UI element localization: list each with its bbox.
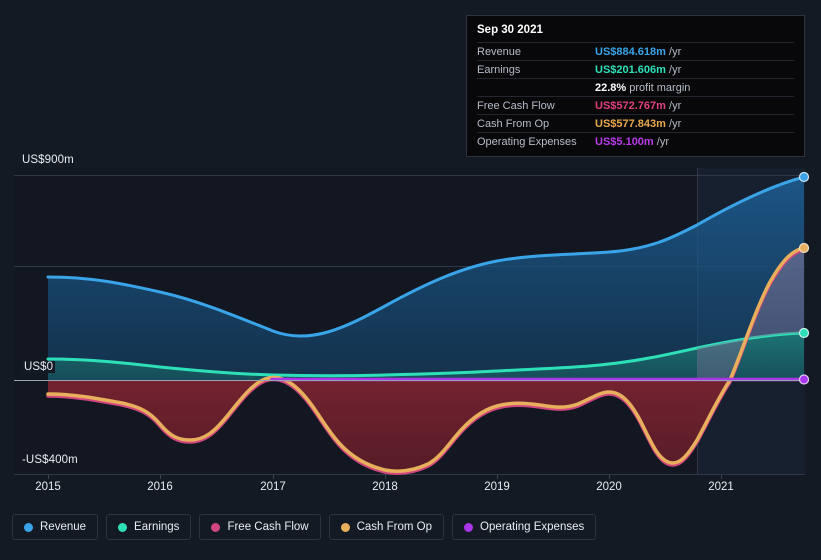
financial-chart: US$900m US$0 -US$400m 2015 2016 2017 201… — [0, 0, 821, 560]
tooltip-row-amount: US$884.618m — [595, 45, 666, 58]
tooltip-row-amount: US$5.100m — [595, 135, 654, 148]
tooltip-row-label: Operating Expenses — [477, 132, 595, 150]
endpoint-revenue — [798, 171, 810, 183]
x-axis-label-2016: 2016 — [147, 481, 173, 493]
tooltip-row-suffix: /yr — [653, 135, 669, 148]
legend-free-cash-flow[interactable]: Free Cash Flow — [199, 514, 321, 540]
tooltip-row: Revenue US$884.618m /yr — [477, 42, 794, 61]
chart-tooltip: Sep 30 2021 Revenue US$884.618m /yr Earnin… — [466, 15, 805, 157]
legend-revenue[interactable]: Revenue — [12, 514, 99, 540]
tooltip-row: Cash From Op US$577.843m /yr — [477, 114, 794, 133]
endpoint-earnings — [798, 327, 810, 339]
tooltip-row-value: US$5.100m /yr — [595, 132, 794, 150]
endpoint-cash-from-op — [798, 242, 810, 254]
tooltip-row-value: US$201.606m /yr — [595, 60, 794, 79]
tooltip-row-suffix: /yr — [665, 63, 682, 76]
tooltip-table: Revenue US$884.618m /yr Earnings US$201.606… — [477, 42, 794, 150]
legend-item-label: Operating Expenses — [480, 521, 585, 533]
tooltip-row-amount: US$577.843m — [595, 117, 666, 130]
tooltip-row-value: US$884.618m /yr — [595, 42, 794, 61]
tooltip-row-suffix: /yr — [665, 99, 682, 112]
legend-earnings[interactable]: Earnings — [106, 514, 192, 540]
tooltip-row-label — [477, 78, 595, 97]
tooltip-row-suffix: /yr — [665, 45, 682, 58]
x-axis-label-2021: 2021 — [708, 481, 734, 493]
legend-item-label: Revenue — [40, 521, 87, 533]
x-axis-label-2017: 2017 — [260, 481, 286, 493]
legend-color-dot-icon — [340, 522, 350, 532]
tooltip-row-amount: US$572.767m — [595, 99, 666, 112]
legend-color-dot-icon — [118, 522, 128, 532]
legend-color-dot-icon — [211, 522, 221, 532]
legend-cash-from-op[interactable]: Cash From Op — [328, 514, 445, 540]
tooltip-row-label: Free Cash Flow — [477, 96, 595, 115]
tooltip-date: Sep 30 2021 — [477, 24, 543, 36]
legend-item-label: Cash From Op — [356, 521, 433, 533]
tooltip-row-value: US$572.767m /yr — [595, 96, 794, 115]
tooltip-row-amount: 22.8% — [595, 81, 627, 94]
x-axis-label-2018: 2018 — [372, 481, 398, 493]
tooltip-row: Earnings US$201.606m /yr — [477, 60, 794, 79]
y-axis-label-max: US$900m — [22, 154, 74, 166]
x-axis-label-2020: 2020 — [596, 481, 622, 493]
tooltip-row-suffix: /yr — [665, 117, 682, 130]
tooltip-row-value: US$577.843m /yr — [595, 114, 794, 133]
tooltip-row-amount: US$201.606m — [595, 63, 666, 76]
tooltip-row: Free Cash Flow US$572.767m /yr — [477, 96, 794, 115]
y-axis-label-zero: US$0 — [22, 361, 56, 373]
legend-item-label: Earnings — [134, 521, 180, 533]
endpoint-operating-expenses — [798, 374, 810, 385]
x-axis-label-2019: 2019 — [484, 481, 510, 493]
tooltip-row-label: Earnings — [477, 60, 595, 79]
legend-operating-expenses[interactable]: Operating Expenses — [452, 514, 597, 540]
tooltip-row: 22.8% profit margin — [477, 78, 794, 97]
tooltip-row-label: Cash From Op — [477, 114, 595, 133]
y-axis-label-min: -US$400m — [22, 454, 78, 466]
tooltip-row-value: 22.8% profit margin — [595, 78, 794, 97]
legend-item-label: Free Cash Flow — [227, 521, 309, 533]
x-tick-marks — [48, 475, 722, 479]
chart-legend: Revenue Earnings Free Cash Flow Cash From O… — [12, 514, 597, 540]
tooltip-row: Operating Expenses US$5.100m /yr — [477, 132, 794, 150]
legend-color-dot-icon — [24, 522, 33, 532]
tooltip-row-label: Revenue — [477, 42, 595, 61]
legend-color-dot-icon — [464, 522, 474, 532]
tooltip-row-suffix: profit margin — [626, 81, 691, 94]
x-axis-label-2015: 2015 — [35, 481, 61, 493]
